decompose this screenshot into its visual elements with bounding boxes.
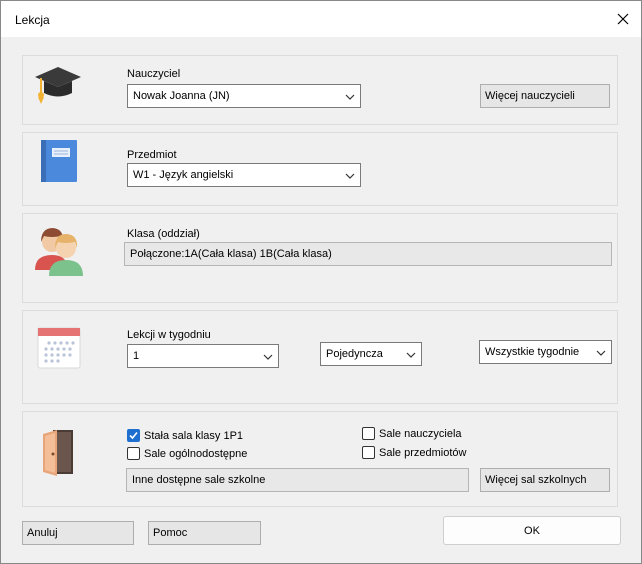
lessons-per-week-label: Lekcji w tygodniu: [127, 329, 211, 341]
teacher-panel: Nauczyciel Nowak Joanna (JN) Więcej nauc…: [22, 55, 618, 125]
fixed-room-checkbox[interactable]: [127, 429, 140, 442]
weeks-value: Wszystkie tygodnie: [485, 346, 580, 358]
teacher-label: Nauczyciel: [127, 68, 181, 80]
help-button[interactable]: Pomoc: [148, 521, 261, 545]
subject-panel: Przedmiot W1 - Język angielski: [22, 132, 618, 206]
calendar-icon: [37, 325, 81, 372]
cancel-button[interactable]: Anuluj: [22, 521, 134, 545]
chevron-down-icon: [345, 94, 355, 100]
chevron-down-icon: [406, 352, 416, 358]
subject-rooms-checkbox[interactable]: [362, 446, 375, 459]
book-icon: [39, 139, 79, 186]
rooms-panel: Stała sala klasy 1P1 Sale ogólnodostępne…: [22, 411, 618, 507]
teacher-rooms-checkbox[interactable]: [362, 427, 375, 440]
more-rooms-button[interactable]: Więcej sal szkolnych: [480, 468, 610, 492]
close-icon[interactable]: [611, 7, 635, 31]
other-rooms-field[interactable]: Inne dostępne sale szkolne: [126, 468, 469, 492]
teacher-rooms-label[interactable]: Sale nauczyciela: [379, 428, 462, 440]
lessons-panel: Lekcji w tygodniu 1 Pojedyncza Wszystkie…: [22, 310, 618, 404]
ok-button[interactable]: OK: [443, 516, 621, 545]
weeks-select[interactable]: Wszystkie tygodnie: [479, 340, 612, 364]
graduation-cap-icon: [33, 64, 83, 109]
people-icon: [33, 222, 87, 279]
fixed-room-label[interactable]: Stała sala klasy 1P1: [144, 430, 243, 442]
lesson-type-value: Pojedyncza: [326, 348, 383, 360]
class-field: Połączone:1A(Cała klasa) 1B(Cała klasa): [124, 242, 612, 266]
public-rooms-label[interactable]: Sale ogólnodostępne: [144, 448, 247, 460]
chevron-down-icon: [263, 354, 273, 360]
lessons-count-select[interactable]: 1: [127, 344, 279, 368]
title-bar: Lekcja: [1, 1, 641, 37]
lesson-dialog: Lekcja Nauczyciel Nowak Joanna (JN) Więc…: [0, 0, 642, 564]
more-teachers-button[interactable]: Więcej nauczycieli: [480, 84, 610, 108]
class-label: Klasa (oddział): [127, 228, 200, 240]
teacher-select[interactable]: Nowak Joanna (JN): [127, 84, 361, 108]
teacher-select-value: Nowak Joanna (JN): [133, 90, 230, 102]
subject-label: Przedmiot: [127, 149, 177, 161]
lesson-type-select[interactable]: Pojedyncza: [320, 342, 422, 366]
chevron-down-icon: [345, 173, 355, 179]
window-title: Lekcja: [15, 13, 50, 27]
public-rooms-checkbox[interactable]: [127, 447, 140, 460]
subject-rooms-label[interactable]: Sale przedmiotów: [379, 447, 466, 459]
chevron-down-icon: [596, 350, 606, 356]
door-icon: [41, 428, 77, 481]
subject-select-value: W1 - Język angielski: [133, 169, 234, 181]
lessons-count-value: 1: [133, 350, 140, 362]
check-icon: [129, 431, 138, 440]
subject-select[interactable]: W1 - Język angielski: [127, 163, 361, 187]
class-panel: Klasa (oddział) Połączone:1A(Cała klasa)…: [22, 213, 618, 303]
